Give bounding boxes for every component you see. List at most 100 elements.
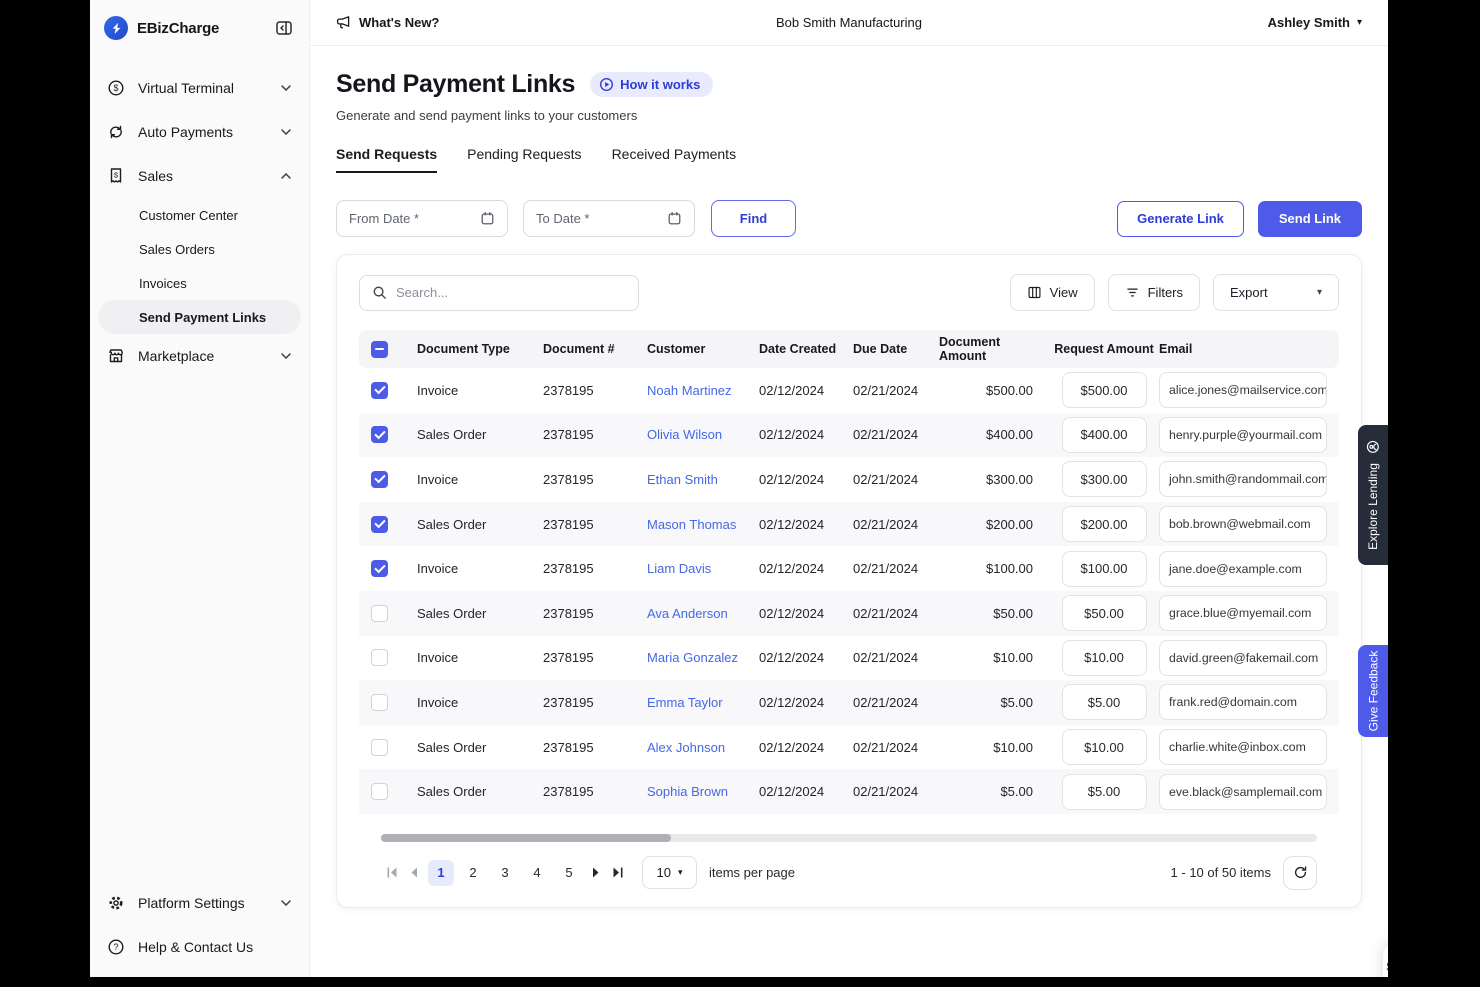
- row-checkbox[interactable]: [371, 471, 388, 488]
- customer-link[interactable]: Emma Taylor: [647, 695, 759, 710]
- column-header-due-date[interactable]: Due Date: [853, 342, 939, 356]
- sidebar-item-sales[interactable]: $ Sales: [98, 154, 301, 198]
- explore-lending-tab[interactable]: Explore Lending: [1358, 425, 1388, 565]
- page-number-button[interactable]: 3: [492, 860, 518, 886]
- first-page-icon[interactable]: [381, 866, 403, 879]
- last-page-icon[interactable]: [607, 866, 629, 879]
- horizontal-scrollbar[interactable]: [381, 834, 1317, 842]
- page-number-button[interactable]: 2: [460, 860, 486, 886]
- customer-link[interactable]: Noah Martinez: [647, 383, 759, 398]
- tab[interactable]: Pending Requests: [467, 146, 581, 173]
- tab[interactable]: Received Payments: [612, 146, 737, 173]
- due-date-cell: 02/21/2024: [853, 561, 939, 576]
- sidebar-item-sales-orders[interactable]: Sales Orders: [98, 232, 301, 266]
- row-checkbox[interactable]: [371, 694, 388, 711]
- customer-link[interactable]: Maria Gonzalez: [647, 650, 759, 665]
- sidebar-item-platform-settings[interactable]: Platform Settings: [98, 881, 301, 925]
- sidebar-item-label: Help & Contact Us: [138, 939, 253, 955]
- request-amount-input[interactable]: $5.00: [1062, 684, 1147, 720]
- request-amount-input[interactable]: $500.00: [1062, 372, 1147, 408]
- column-header-email[interactable]: Email: [1159, 342, 1327, 356]
- customer-link[interactable]: Mason Thomas: [647, 517, 759, 532]
- column-header-document-amount[interactable]: Document Amount: [939, 335, 1049, 363]
- row-checkbox[interactable]: [371, 426, 388, 443]
- previous-page-icon[interactable]: [403, 866, 425, 879]
- table-row: Invoice 2378195 Ethan Smith 02/12/2024 0…: [359, 457, 1339, 502]
- email-input[interactable]: bob.brown@webmail.com: [1159, 506, 1327, 542]
- generate-link-button[interactable]: Generate Link: [1117, 201, 1244, 237]
- column-header-request-amount[interactable]: Request Amount: [1049, 342, 1159, 356]
- email-input[interactable]: frank.red@domain.com: [1159, 684, 1327, 720]
- show-latest-transaction-button[interactable]: Show Latest Transaction: [1383, 945, 1388, 977]
- sidebar-item-auto-payments[interactable]: Auto Payments: [98, 110, 301, 154]
- sidebar-collapse-icon[interactable]: [275, 19, 293, 37]
- customer-link[interactable]: Sophia Brown: [647, 784, 759, 799]
- row-checkbox[interactable]: [371, 516, 388, 533]
- user-menu[interactable]: Ashley Smith ▾: [1268, 15, 1362, 30]
- email-input[interactable]: charlie.white@inbox.com: [1159, 729, 1327, 765]
- email-input[interactable]: henry.purple@yourmail.com: [1159, 417, 1327, 453]
- give-feedback-tab[interactable]: Give Feedback: [1358, 645, 1388, 737]
- sidebar-item-customer-center[interactable]: Customer Center: [98, 198, 301, 232]
- calendar-icon[interactable]: [480, 211, 495, 226]
- row-checkbox[interactable]: [371, 605, 388, 622]
- row-checkbox[interactable]: [371, 649, 388, 666]
- sidebar-item-marketplace[interactable]: Marketplace: [98, 334, 301, 378]
- search-box[interactable]: [359, 275, 639, 311]
- email-input[interactable]: david.green@fakemail.com: [1159, 640, 1327, 676]
- from-date-input[interactable]: From Date *: [336, 200, 508, 237]
- customer-link[interactable]: Alex Johnson: [647, 740, 759, 755]
- refresh-button[interactable]: [1283, 856, 1317, 890]
- whats-new-button[interactable]: What's New?: [336, 15, 439, 30]
- request-amount-input[interactable]: $5.00: [1062, 774, 1147, 810]
- customer-link[interactable]: Olivia Wilson: [647, 427, 759, 442]
- column-header-customer[interactable]: Customer: [647, 342, 759, 356]
- next-page-icon[interactable]: [585, 866, 607, 879]
- page-size-select[interactable]: 10 ▾: [642, 856, 697, 889]
- customer-link[interactable]: Ava Anderson: [647, 606, 759, 621]
- export-button[interactable]: Export ▾: [1213, 274, 1339, 311]
- sidebar-item-invoices[interactable]: Invoices: [98, 266, 301, 300]
- select-all-checkbox[interactable]: [371, 341, 388, 358]
- email-input[interactable]: alice.jones@mailservice.com: [1159, 372, 1327, 408]
- row-checkbox[interactable]: [371, 382, 388, 399]
- email-input[interactable]: jane.doe@example.com: [1159, 551, 1327, 587]
- document-amount-cell: $500.00: [939, 383, 1049, 398]
- send-link-button[interactable]: Send Link: [1258, 201, 1362, 237]
- customer-link[interactable]: Liam Davis: [647, 561, 759, 576]
- column-header-document-type[interactable]: Document Type: [417, 342, 543, 356]
- sidebar-item-virtual-terminal[interactable]: $ Virtual Terminal: [98, 66, 301, 110]
- sidebar-item-send-payment-links[interactable]: Send Payment Links: [98, 300, 301, 334]
- email-input[interactable]: john.smith@randommail.com: [1159, 461, 1327, 497]
- request-amount-input[interactable]: $10.00: [1062, 640, 1147, 676]
- email-input[interactable]: grace.blue@myemail.com: [1159, 595, 1327, 631]
- email-input[interactable]: eve.black@samplemail.com: [1159, 774, 1327, 810]
- request-amount-input[interactable]: $200.00: [1062, 506, 1147, 542]
- column-header-document-number[interactable]: Document #: [543, 342, 647, 356]
- page-number-button[interactable]: 5: [556, 860, 582, 886]
- customer-link[interactable]: Ethan Smith: [647, 472, 759, 487]
- column-header-date-created[interactable]: Date Created: [759, 342, 853, 356]
- find-button[interactable]: Find: [711, 200, 796, 237]
- view-button[interactable]: View: [1010, 274, 1095, 311]
- request-amount-input[interactable]: $100.00: [1062, 551, 1147, 587]
- row-checkbox[interactable]: [371, 739, 388, 756]
- search-input[interactable]: [396, 285, 626, 300]
- tab[interactable]: Send Requests: [336, 146, 437, 173]
- request-amount-input[interactable]: $10.00: [1062, 729, 1147, 765]
- calendar-icon[interactable]: [667, 211, 682, 226]
- how-it-works-button[interactable]: How it works: [590, 72, 713, 97]
- page-number-button[interactable]: 4: [524, 860, 550, 886]
- filters-button[interactable]: Filters: [1108, 274, 1200, 311]
- page-number-button[interactable]: 1: [428, 860, 454, 886]
- request-amount-input[interactable]: $300.00: [1062, 461, 1147, 497]
- request-amount-input[interactable]: $400.00: [1062, 417, 1147, 453]
- document-amount-cell: $5.00: [939, 695, 1049, 710]
- request-amount-input[interactable]: $50.00: [1062, 595, 1147, 631]
- row-checkbox[interactable]: [371, 783, 388, 800]
- document-amount-cell: $400.00: [939, 427, 1049, 442]
- row-checkbox[interactable]: [371, 560, 388, 577]
- sidebar-item-help-contact[interactable]: ? Help & Contact Us: [98, 925, 301, 969]
- scrollbar-thumb[interactable]: [381, 834, 671, 842]
- to-date-input[interactable]: To Date *: [523, 200, 695, 237]
